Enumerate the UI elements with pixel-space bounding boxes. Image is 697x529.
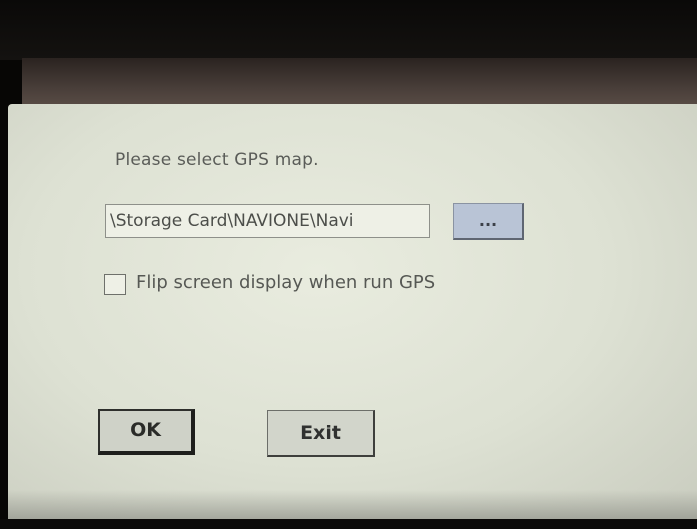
exit-button[interactable]: Exit [267, 410, 375, 457]
map-path-input[interactable]: \Storage Card\NAVIONE\Navi [105, 204, 430, 238]
gps-settings-dialog [8, 104, 697, 521]
screen-title-bar [22, 58, 697, 110]
flip-screen-label: Flip screen display when run GPS [136, 272, 436, 293]
device-bezel-top [0, 0, 697, 60]
browse-button[interactable]: ... [453, 203, 524, 240]
device-bezel-bottom [0, 519, 697, 529]
ok-button[interactable]: OK [98, 409, 195, 455]
flip-screen-checkbox[interactable] [104, 274, 126, 295]
device-photo: Please select GPS map. \Storage Card\NAV… [0, 0, 697, 529]
select-map-prompt: Please select GPS map. [115, 150, 319, 170]
screen-bottom-edge [8, 490, 697, 521]
